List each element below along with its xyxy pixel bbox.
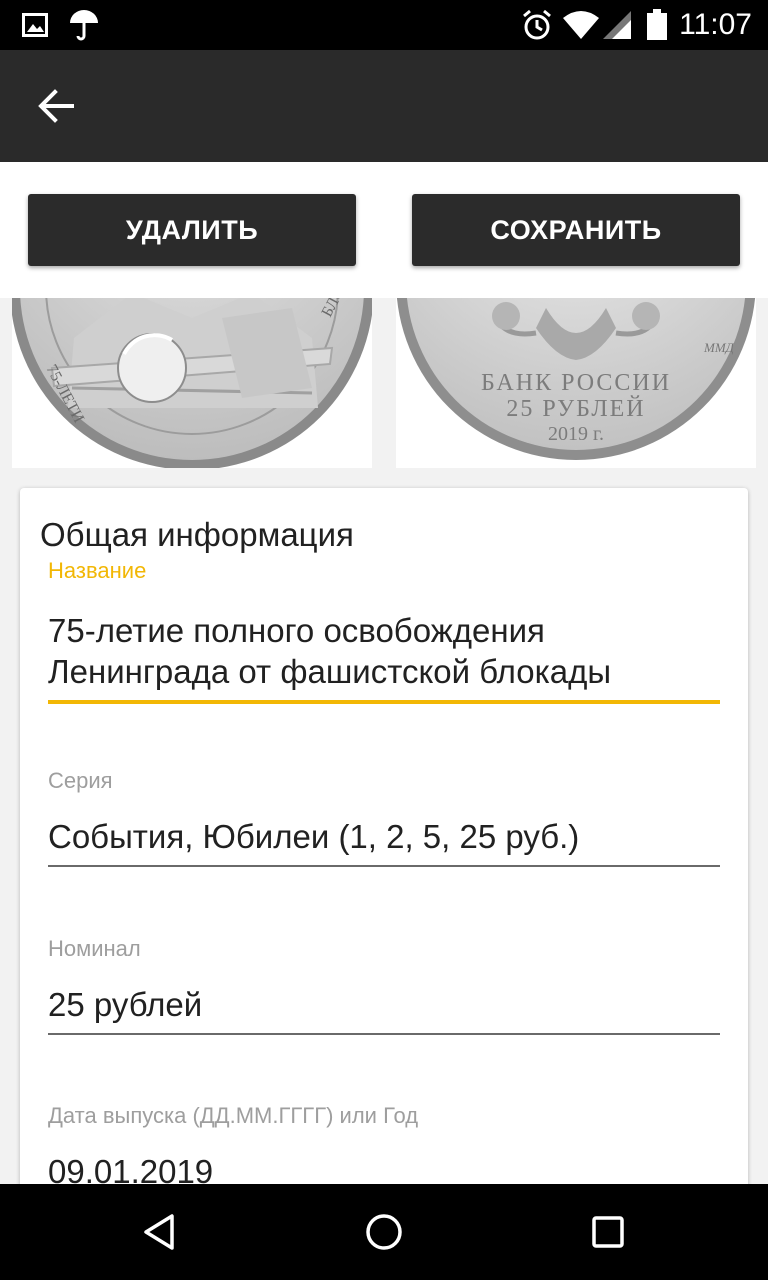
series-field[interactable]: Серия События, Юбилеи (1, 2, 5, 25 руб.)	[48, 768, 720, 867]
back-triangle-icon	[144, 1214, 174, 1250]
denomination-field-underline	[48, 1033, 720, 1035]
name-field-label: Название	[48, 558, 147, 583]
release-date-field[interactable]: Дата выпуска (ДД.ММ.ГГГГ) или Год 09.01.…	[48, 1103, 720, 1184]
general-info-card: Общая информация Название 75-летие полно…	[20, 488, 748, 1184]
home-circle-icon	[366, 1214, 402, 1250]
alarm-icon	[523, 9, 551, 40]
umbrella-notification-icon	[70, 10, 98, 41]
coin-obverse-image[interactable]: 75-ЛЕТИ БЛОКАДЫ	[12, 298, 372, 468]
denomination-field[interactable]: Номинал 25 рублей	[48, 936, 720, 1035]
coin-reverse-line-3: 2019 г.	[548, 423, 604, 445]
series-field-label: Серия	[48, 768, 113, 793]
save-button[interactable]: СОХРАНИТЬ	[412, 194, 740, 266]
app-bar	[0, 50, 768, 162]
status-bar: 11:07	[0, 0, 768, 50]
nav-back-button[interactable]	[130, 1202, 190, 1262]
coin-reverse-line-1: БАНК РОССИИ	[481, 370, 671, 396]
coin-reverse-illustration: ММД БАНК РОССИИ 25 РУБЛЕЙ 2019 г.	[396, 298, 756, 460]
coin-reverse-line-2: 25 РУБЛЕЙ	[506, 396, 645, 422]
wifi-icon	[563, 11, 599, 39]
mint-mark: ММД	[703, 340, 735, 355]
coin-obverse-illustration: 75-ЛЕТИ БЛОКАДЫ	[12, 298, 372, 468]
signal-icon	[603, 11, 631, 39]
release-date-field-value[interactable]: 09.01.2019	[48, 1151, 720, 1184]
nav-home-button[interactable]	[354, 1202, 414, 1262]
name-field-value-line-2: Ленинграда от фашистской блокады	[48, 653, 612, 690]
arrow-back-icon	[38, 89, 74, 123]
name-field[interactable]: Название 75-летие полного освобождения Л…	[48, 558, 720, 704]
series-field-value[interactable]: События, Юбилеи (1, 2, 5, 25 руб.)	[48, 816, 720, 865]
nav-recents-button[interactable]	[578, 1202, 638, 1262]
name-field-underline	[48, 700, 720, 704]
card-title: Общая информация	[40, 516, 354, 553]
denomination-field-value[interactable]: 25 рублей	[48, 984, 720, 1033]
back-button[interactable]	[22, 72, 90, 140]
battery-icon	[647, 9, 667, 40]
recents-square-icon	[592, 1216, 624, 1248]
coin-reverse-image[interactable]: ММД БАНК РОССИИ 25 РУБЛЕЙ 2019 г.	[396, 298, 756, 468]
status-time: 11:07	[679, 8, 752, 41]
image-notification-icon	[22, 13, 48, 37]
action-bar: УДАЛИТЬ СОХРАНИТЬ	[0, 162, 768, 298]
name-field-value[interactable]: 75-летие полного освобождения Ленинграда…	[48, 610, 720, 700]
delete-button[interactable]: УДАЛИТЬ	[28, 194, 356, 266]
system-nav-bar	[0, 1184, 768, 1280]
name-field-value-line-1: 75-летие полного освобождения	[48, 612, 545, 649]
scroll-content[interactable]: 75-ЛЕТИ БЛОКАДЫ ММД БАНК РОССИИ 25 РУБЛЕ…	[0, 298, 768, 1184]
release-date-field-label: Дата выпуска (ДД.ММ.ГГГГ) или Год	[48, 1103, 419, 1128]
series-field-underline	[48, 865, 720, 867]
denomination-field-label: Номинал	[48, 936, 141, 961]
